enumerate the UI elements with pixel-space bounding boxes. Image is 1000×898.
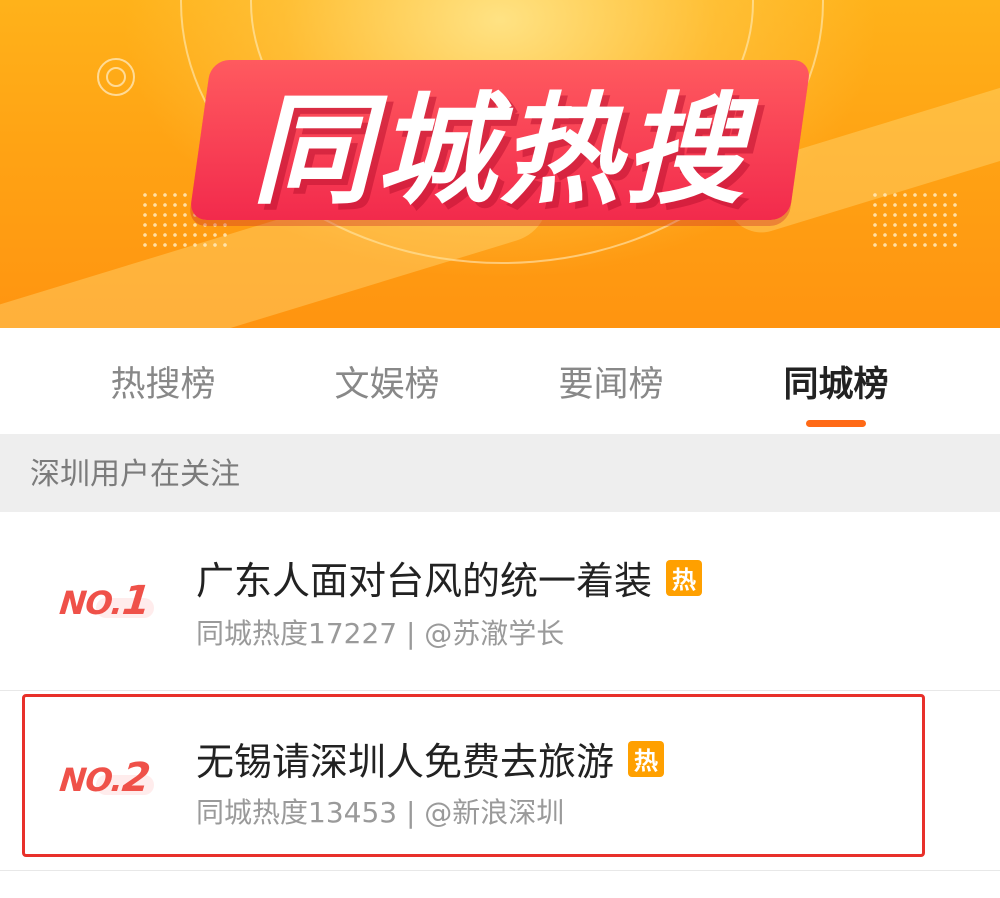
item-title[interactable]: 无锡请深圳人免费去旅游 热 bbox=[196, 731, 665, 786]
list-item[interactable]: NO.2 无锡请深圳人免费去旅游 热 同城热度13453 | @新浪深圳 bbox=[0, 691, 1000, 869]
rank-label: NO.2 bbox=[58, 755, 152, 801]
item-meta: 同城热度13453 | @新浪深圳 bbox=[196, 796, 565, 829]
item-title-text: 无锡请深圳人免费去旅游 bbox=[196, 740, 615, 784]
hot-badge: 热 bbox=[628, 740, 665, 777]
item-title-text: 广东人面对台风的统一着装 bbox=[196, 559, 653, 603]
rank-prefix: NO. bbox=[57, 584, 125, 622]
ranking-tabs: 热搜榜 文娱榜 要闻榜 同城榜 bbox=[0, 328, 1000, 434]
tab-news[interactable]: 要闻榜 bbox=[486, 328, 736, 434]
item-title[interactable]: 广东人面对台风的统一着装 热 bbox=[196, 550, 703, 605]
rank-number: 1 bbox=[120, 578, 152, 624]
banner-target-decoration bbox=[106, 67, 126, 87]
hot-badge: 热 bbox=[666, 559, 703, 596]
rank-number: 2 bbox=[120, 755, 152, 801]
tab-entertainment[interactable]: 文娱榜 bbox=[262, 328, 512, 434]
item-meta: 同城热度17227 | @苏澈学长 bbox=[196, 617, 565, 650]
banner-title: 同城热搜 bbox=[252, 82, 748, 221]
list-divider bbox=[0, 870, 1000, 871]
section-header: 深圳用户在关注 bbox=[0, 434, 1000, 512]
rank-badge: NO.1 bbox=[58, 578, 160, 634]
rank-badge: NO.2 bbox=[58, 755, 160, 811]
banner-dots-decoration bbox=[870, 190, 960, 250]
active-tab-indicator bbox=[806, 420, 866, 427]
tab-local[interactable]: 同城榜 bbox=[711, 328, 961, 434]
hot-search-banner: 同城热搜 bbox=[0, 0, 1000, 328]
section-label: 深圳用户在关注 bbox=[30, 457, 240, 492]
rank-prefix: NO. bbox=[57, 761, 125, 799]
list-item[interactable]: NO.1 广东人面对台风的统一着装 热 同城热度17227 | @苏澈学长 bbox=[0, 512, 1000, 690]
rank-label: NO.1 bbox=[58, 578, 152, 624]
tab-hot-search[interactable]: 热搜榜 bbox=[38, 328, 288, 434]
